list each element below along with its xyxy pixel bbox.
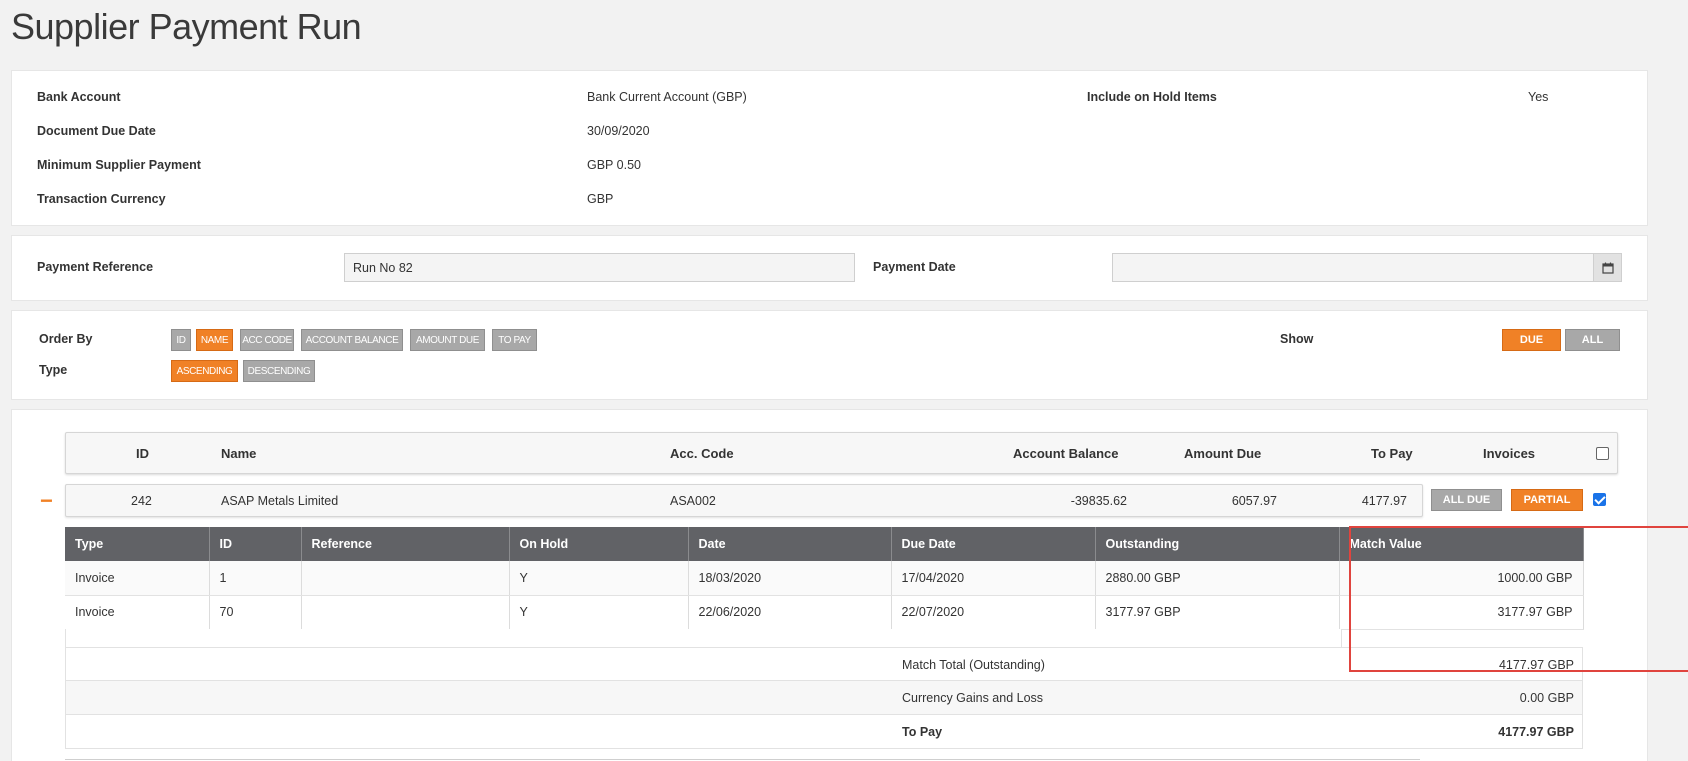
collapse-supplier-icon[interactable]: − <box>40 488 53 514</box>
type-label: Type <box>39 363 68 377</box>
match-total-label: Match Total (Outstanding) <box>902 658 1045 672</box>
invoice-outstanding: 3177.97 GBP <box>1095 595 1340 630</box>
invoice-date: 22/06/2020 <box>688 595 892 630</box>
min-payment-label: Minimum Supplier Payment <box>37 158 201 172</box>
invoice-spacer-row <box>65 629 1342 648</box>
invoice-header-due-date: Due Date <box>891 527 1096 561</box>
currency-gains-value: 0.00 GBP <box>1519 691 1574 705</box>
all-due-button[interactable]: ALL DUE <box>1431 489 1502 511</box>
supplier-account-balance: -39835.62 <box>1070 494 1127 508</box>
invoice-type: Invoice <box>65 561 210 596</box>
invoice-row: Invoice 70 Y 22/06/2020 22/07/2020 3177.… <box>65 595 1584 630</box>
invoice-table: Type ID Reference On Hold Date Due Date … <box>65 527 1584 630</box>
page-title: Supplier Payment Run <box>11 6 362 47</box>
include-hold-value: Yes <box>1528 90 1549 104</box>
show-due-button[interactable]: DUE <box>1502 329 1561 351</box>
invoice-id: 1 <box>209 561 302 596</box>
partial-button[interactable]: PARTIAL <box>1511 489 1583 511</box>
supplier-id: 242 <box>131 494 152 508</box>
invoice-reference <box>301 595 510 630</box>
calendar-icon[interactable] <box>1593 254 1621 281</box>
to-pay-row: To Pay 4177.97 GBP <box>65 715 1583 749</box>
invoice-due-date: 22/07/2020 <box>891 595 1096 630</box>
invoice-due-date: 17/04/2020 <box>891 561 1096 596</box>
order-acc-code-button[interactable]: ACC CODE <box>240 329 294 351</box>
to-pay-label: To Pay <box>902 725 943 739</box>
supplier-select-checkbox[interactable] <box>1593 493 1606 506</box>
invoice-type: Invoice <box>65 595 210 630</box>
invoice-row: Invoice 1 Y 18/03/2020 17/04/2020 2880.0… <box>65 561 1584 596</box>
payment-date-label: Payment Date <box>873 260 956 274</box>
supplier-to-pay: 4177.97 <box>1361 494 1407 508</box>
select-all-checkbox[interactable] <box>1596 447 1609 460</box>
type-descending-button[interactable]: DESCENDING <box>243 360 315 382</box>
currency-gains-label: Currency Gains and Loss <box>902 691 1044 705</box>
order-name-button[interactable]: NAME <box>196 329 233 351</box>
type-ascending-button[interactable]: ASCENDING <box>171 360 238 382</box>
invoice-header-reference: Reference <box>301 527 510 561</box>
due-date-value: 30/09/2020 <box>587 124 650 138</box>
invoice-match-value[interactable]: 3177.97 GBP <box>1339 595 1584 630</box>
invoice-header-outstanding: Outstanding <box>1095 527 1340 561</box>
supplier-amount-due: 6057.97 <box>1231 494 1277 508</box>
header-name[interactable]: Name <box>221 446 256 461</box>
order-id-button[interactable]: ID <box>171 329 191 351</box>
supplier-acc-code: ASA002 <box>670 494 716 508</box>
payment-reference-label: Payment Reference <box>37 260 154 274</box>
invoice-header-date: Date <box>688 527 892 561</box>
currency-value: GBP <box>587 192 614 206</box>
currency-gains-row: Currency Gains and Loss 0.00 GBP <box>65 681 1583 715</box>
invoice-outstanding: 2880.00 GBP <box>1095 561 1340 596</box>
order-to-pay-button[interactable]: TO PAY <box>492 329 537 351</box>
match-total-row: Match Total (Outstanding) 4177.97 GBP <box>65 647 1583 681</box>
currency-label: Transaction Currency <box>37 192 166 206</box>
payment-date-input[interactable] <box>1112 253 1622 282</box>
bank-account-label: Bank Account <box>37 90 121 104</box>
payment-panel: Payment Reference Run No 82 Payment Date <box>11 235 1648 301</box>
match-total-value: 4177.97 GBP <box>1498 658 1574 672</box>
supplier-name: ASAP Metals Limited <box>221 494 339 508</box>
header-amount-due[interactable]: Amount Due <box>1184 446 1261 461</box>
show-label: Show <box>1280 332 1314 346</box>
totals-section: Match Total (Outstanding) 4177.97 GBP Cu… <box>65 647 1583 749</box>
to-pay-value: 4177.97 GBP <box>1498 725 1574 739</box>
invoice-match-value[interactable]: 1000.00 GBP <box>1339 561 1584 596</box>
include-hold-label: Include on Hold Items <box>1087 90 1217 104</box>
min-payment-value: GBP 0.50 <box>587 158 641 172</box>
invoice-table-header: Type ID Reference On Hold Date Due Date … <box>65 527 1584 561</box>
invoice-header-type: Type <box>65 527 210 561</box>
header-acc-code[interactable]: Acc. Code <box>670 446 734 461</box>
invoice-reference <box>301 561 510 596</box>
order-amount-due-button[interactable]: AMOUNT DUE <box>410 329 485 351</box>
invoice-header-match-value: Match Value <box>1339 527 1584 561</box>
show-all-button[interactable]: ALL <box>1565 329 1620 351</box>
invoice-header-on-hold: On Hold <box>509 527 689 561</box>
header-to-pay[interactable]: To Pay <box>1371 446 1413 461</box>
invoice-date: 18/03/2020 <box>688 561 892 596</box>
ordering-panel: Order By ID NAME ACC CODE ACCOUNT BALANC… <box>11 310 1648 400</box>
order-account-balance-button[interactable]: ACCOUNT BALANCE <box>301 329 403 351</box>
invoice-header-id: ID <box>209 527 302 561</box>
bank-account-value: Bank Current Account (GBP) <box>587 90 747 104</box>
invoice-on-hold: Y <box>509 561 689 596</box>
supplier-table-header: ID Name Acc. Code Account Balance Amount… <box>65 432 1618 474</box>
due-date-label: Document Due Date <box>37 124 156 138</box>
payment-reference-input[interactable]: Run No 82 <box>344 253 855 282</box>
invoice-on-hold: Y <box>509 595 689 630</box>
invoice-id: 70 <box>209 595 302 630</box>
run-settings-panel: Bank Account Bank Current Account (GBP) … <box>11 70 1648 226</box>
header-invoices: Invoices <box>1483 446 1536 461</box>
header-id[interactable]: ID <box>136 446 149 461</box>
supplier-row[interactable]: 242 ASAP Metals Limited ASA002 -39835.62… <box>65 484 1423 517</box>
order-by-label: Order By <box>39 332 93 346</box>
header-account-balance[interactable]: Account Balance <box>1013 446 1118 461</box>
divider <box>65 759 1420 760</box>
